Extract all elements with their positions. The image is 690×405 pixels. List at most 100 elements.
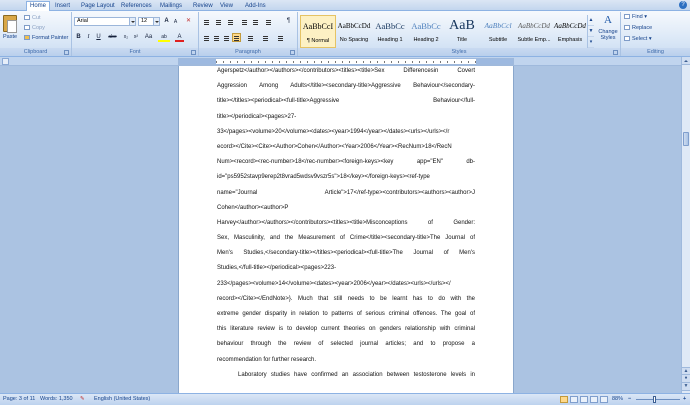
bullets-button[interactable] <box>202 17 211 26</box>
borders-button[interactable] <box>276 33 285 42</box>
style-tile-heading-1[interactable]: AaBbCc Heading 1 <box>372 15 408 48</box>
sort-button[interactable] <box>264 17 273 26</box>
change-styles-icon <box>602 14 614 28</box>
font-size-combo[interactable]: 12 <box>138 17 160 26</box>
align-left-button[interactable] <box>202 33 211 42</box>
tab-insert[interactable]: Insert <box>52 2 73 11</box>
clipboard-group-label: Clipboard <box>0 48 71 56</box>
shrink-font-button[interactable]: A <box>171 18 180 27</box>
horizontal-ruler[interactable] <box>178 58 514 65</box>
word-count[interactable]: Words: 1,350 <box>40 394 73 405</box>
print-layout-icon[interactable] <box>560 396 568 403</box>
clipboard-dialog-launcher[interactable] <box>64 50 69 55</box>
select-button[interactable]: Select ▾ <box>624 36 652 42</box>
outline-icon[interactable] <box>590 396 598 403</box>
tab-mailings[interactable]: Mailings <box>157 2 185 11</box>
binoculars-icon <box>624 14 630 20</box>
page-count[interactable]: Page: 3 of 11 <box>3 394 35 405</box>
document-page[interactable]: Agerspetz</author></authors></contributo… <box>178 66 514 393</box>
tab-view[interactable]: View <box>217 2 236 11</box>
status-bar: Page: 3 of 11 Words: 1,350 ✎ English (Un… <box>0 393 690 405</box>
decrease-indent-button[interactable] <box>240 17 249 26</box>
change-case-button[interactable]: Aa <box>143 33 154 42</box>
style-sample: AaB <box>449 18 475 33</box>
format-painter-button[interactable]: Format Painter <box>24 35 68 41</box>
center-button[interactable] <box>212 33 221 42</box>
chevron-down-icon[interactable] <box>153 18 159 25</box>
style-tile-subtle-emp[interactable]: AaBbCcDd Subtle Emp... <box>516 15 552 48</box>
tab-references[interactable]: References <box>118 2 155 11</box>
styles-dialog-launcher[interactable] <box>613 50 618 55</box>
underline-button[interactable]: U <box>94 33 103 42</box>
line-spacing-button[interactable] <box>246 33 255 42</box>
language-indicator[interactable]: English (United States) <box>94 394 150 405</box>
vertical-scrollbar[interactable]: ▲ ● ▼ <box>681 57 690 393</box>
numbering-button[interactable] <box>214 17 223 26</box>
paste-button[interactable]: Paste <box>0 12 22 47</box>
proofing-icon[interactable]: ✎ <box>80 394 85 405</box>
font-name-combo[interactable]: Arial <box>74 17 136 26</box>
browse-object-icon[interactable]: ● <box>682 375 690 383</box>
tab-selector[interactable] <box>2 58 9 65</box>
font-color-button[interactable]: A <box>175 33 184 42</box>
style-tile-no-spacing[interactable]: AaBbCcDd No Spacing <box>336 15 372 48</box>
style-tile-heading-2[interactable]: AaBbCc Heading 2 <box>408 15 444 48</box>
paste-label: Paste <box>3 34 18 40</box>
zoom-level[interactable]: 88% <box>612 394 623 405</box>
document-line: Aggression Among Adults</title><secondar… <box>217 83 475 90</box>
tab-add-ins[interactable]: Add-Ins <box>242 2 269 11</box>
zoom-slider[interactable] <box>636 399 680 400</box>
highlight-button[interactable]: ab <box>158 33 170 42</box>
chevron-down-icon[interactable] <box>129 18 135 25</box>
previous-page-icon[interactable]: ▲ <box>682 367 690 375</box>
style-tile-emphasis[interactable]: AaBbCcDd Emphasis <box>552 15 588 48</box>
tab-page-layout[interactable]: Page Layout <box>78 2 118 11</box>
subscript-button[interactable]: x₂ <box>121 33 131 42</box>
shading-button[interactable] <box>261 33 270 42</box>
next-page-icon[interactable]: ▼ <box>682 383 690 391</box>
replace-button[interactable]: Replace <box>624 25 652 31</box>
justify-button[interactable] <box>232 33 241 42</box>
gallery-more-icon[interactable]: ▾ <box>588 37 594 48</box>
help-icon[interactable]: ? <box>679 1 687 9</box>
style-tile-normal[interactable]: AaBbCcI ¶ Normal <box>300 15 336 48</box>
gallery-down-icon[interactable]: ▼ <box>588 26 594 37</box>
clear-formatting-button[interactable]: ✕ <box>184 17 193 26</box>
document-line: Agerspetz</author></authors></contributo… <box>217 68 475 74</box>
web-layout-icon[interactable] <box>580 396 588 403</box>
zoom-slider-knob[interactable] <box>653 396 657 403</box>
superscript-button[interactable]: x² <box>131 33 141 42</box>
font-group-label: Font <box>72 48 198 56</box>
draft-icon[interactable] <box>600 396 608 403</box>
cut-button[interactable]: Cut <box>24 15 41 21</box>
styles-gallery-scroll[interactable]: ▲ ▼ ▾ <box>587 15 594 48</box>
font-dialog-launcher[interactable] <box>191 50 196 55</box>
zoom-in-icon[interactable]: + <box>683 394 686 405</box>
bold-button[interactable]: B <box>74 33 83 42</box>
align-right-button[interactable] <box>222 33 231 42</box>
increase-indent-button[interactable] <box>251 17 260 26</box>
paragraph-group: ¶ Paragraph <box>199 12 298 56</box>
gallery-up-icon[interactable]: ▲ <box>588 15 594 26</box>
find-button[interactable]: Find ▾ <box>624 14 647 20</box>
scroll-up-icon[interactable] <box>682 57 690 65</box>
font-size-value: 12 <box>141 18 148 24</box>
document-body[interactable]: Agerspetz</author></authors></contributo… <box>217 66 475 383</box>
paragraph-group-label: Paragraph <box>199 48 297 56</box>
multilevel-list-button[interactable] <box>226 17 235 26</box>
strikethrough-button[interactable]: abe <box>106 33 119 42</box>
style-tile-title[interactable]: AaB Title <box>444 15 480 48</box>
zoom-out-icon[interactable]: − <box>628 394 631 405</box>
tab-review[interactable]: Review <box>190 2 216 11</box>
copy-button[interactable]: Copy <box>24 25 45 31</box>
styles-group: AaBbCcI ¶ Normal AaBbCcDd No Spacing AaBbCc H… <box>298 12 621 56</box>
scroll-thumb[interactable] <box>683 132 689 146</box>
show-formatting-button[interactable]: ¶ <box>284 17 293 26</box>
full-screen-reading-icon[interactable] <box>570 396 578 403</box>
change-styles-button[interactable]: Change Styles <box>595 12 621 48</box>
italic-button[interactable]: I <box>84 33 93 42</box>
grow-font-button[interactable]: A <box>162 17 171 26</box>
style-tile-subtitle[interactable]: AaBbCcl Subtitle <box>480 15 516 48</box>
document-line: title></periodical><pages>27- <box>217 113 297 120</box>
paragraph-dialog-launcher[interactable] <box>290 50 295 55</box>
